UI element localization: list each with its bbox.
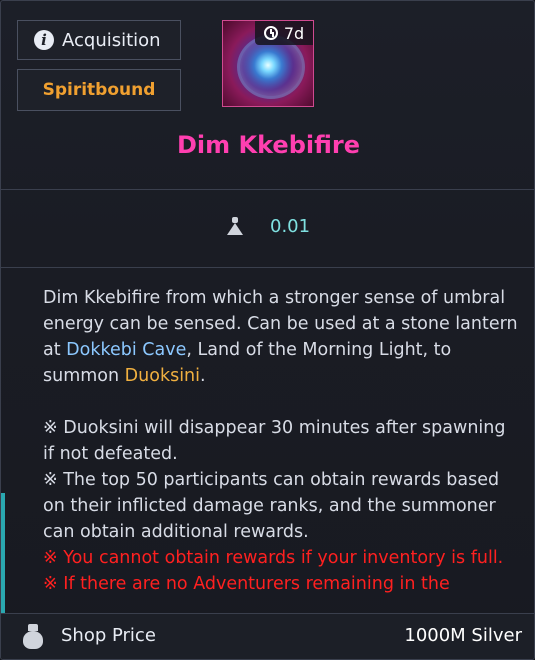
duration-badge: 7d xyxy=(255,21,313,45)
weight-icon xyxy=(226,217,244,235)
weight-value: 0.01 xyxy=(270,215,311,237)
item-tooltip: i Acquisition Spiritbound 7d Dim Kkebifi… xyxy=(0,0,535,660)
duration-label: 7d xyxy=(283,23,305,43)
bind-status-label: Spiritbound xyxy=(42,80,156,100)
info-icon: i xyxy=(34,30,54,50)
boss-highlight: Duoksini xyxy=(124,366,201,386)
location-highlight: Dokkebi Cave xyxy=(66,340,187,360)
divider xyxy=(1,189,534,190)
item-name: Dim Kkebifire xyxy=(176,131,360,159)
note-despawn: ※ Duoksini will disappear 30 minutes aft… xyxy=(43,418,506,464)
shop-price-bar: Shop Price 1000M Silver xyxy=(1,613,534,659)
warning-inventory: ※ You cannot obtain rewards if your inve… xyxy=(43,548,504,568)
money-bag-icon xyxy=(22,624,44,650)
bind-status-badge: Spiritbound xyxy=(17,69,181,111)
shop-price-label: Shop Price xyxy=(61,625,156,646)
weight-row: 0.01 xyxy=(226,211,310,241)
acquisition-label: Acquisition xyxy=(62,29,161,51)
shop-price-value: 1000M Silver xyxy=(404,625,522,646)
acquisition-button[interactable]: i Acquisition xyxy=(17,20,181,60)
item-description: Dim Kkebifire from which a stronger sens… xyxy=(43,285,518,597)
warning-adventurers: ※ If there are no Adventurers remaining … xyxy=(43,574,450,594)
edge-accent xyxy=(1,493,5,613)
divider xyxy=(1,267,534,268)
description-paragraph: Dim Kkebifire from which a stronger sens… xyxy=(43,288,518,386)
note-rewards: ※ The top 50 participants can obtain rew… xyxy=(43,470,500,542)
clock-icon xyxy=(263,26,278,40)
